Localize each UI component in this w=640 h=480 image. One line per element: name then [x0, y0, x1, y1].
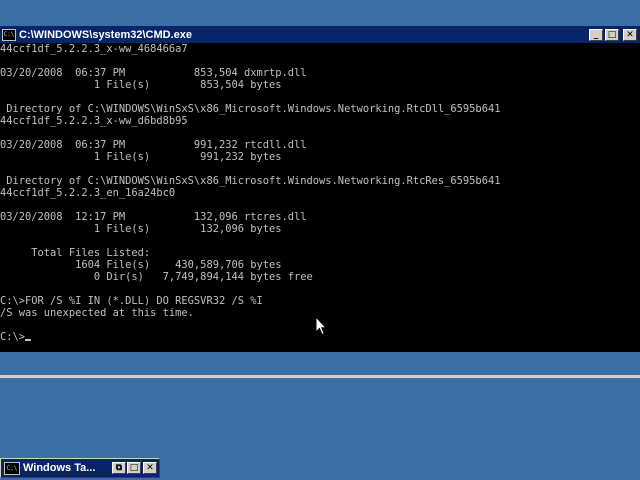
console-line: 1604 File(s) 430,589,706 bytes	[0, 259, 282, 271]
mouse-pointer-icon	[315, 316, 327, 336]
console-line: 1 File(s) 853,504 bytes	[0, 79, 282, 91]
console-line: C:\>FOR /S %I IN (*.DLL) DO REGSVR32 /S …	[0, 295, 263, 307]
console-line: C:\>	[0, 331, 26, 343]
text-cursor	[25, 339, 32, 341]
console-line: 1 File(s) 132,096 bytes	[0, 223, 282, 235]
console-line: 44ccf1df_5.2.2.3_x-ww_d6bd8b95	[0, 115, 188, 127]
minimized-window-task-manager[interactable]: C:\ Windows Ta... ⧉ □ ✕	[0, 458, 160, 478]
cmd-titlebar[interactable]: C:\ C:\WINDOWS\system32\CMD.exe _ □ ✕	[0, 26, 640, 43]
minimized-window-title[interactable]: Windows Ta...	[23, 462, 112, 474]
console-line: Directory of C:\WINDOWS\WinSxS\x86_Micro…	[0, 103, 501, 115]
console-output[interactable]: 44ccf1df_5.2.2.3_x-ww_468466a7 03/20/2008…	[0, 43, 640, 352]
console-line: 03/20/2008 06:37 PM 853,504 dxmrtp.dll	[0, 67, 307, 79]
console-line: 0 Dir(s) 7,749,894,144 bytes free	[0, 271, 313, 283]
console-line: Total Files Listed:	[0, 247, 151, 259]
console-line: 44ccf1df_5.2.2.3_en_16a24bc0	[0, 187, 176, 199]
console-line: 44ccf1df_5.2.2.3_x-ww_468466a7	[0, 43, 188, 55]
mini-close-button[interactable]: ✕	[143, 462, 157, 474]
console-line: Directory of C:\WINDOWS\WinSxS\x86_Micro…	[0, 175, 501, 187]
window-title: C:\WINDOWS\system32\CMD.exe	[19, 28, 192, 41]
maximize-button[interactable]: □	[605, 28, 619, 41]
window-bottom-border	[0, 375, 640, 378]
task-manager-app-icon[interactable]: C:\	[4, 461, 20, 475]
cmd-window[interactable]: C:\ C:\WINDOWS\system32\CMD.exe _ □ ✕ 44…	[0, 26, 640, 378]
restore-button[interactable]: ⧉	[112, 462, 126, 474]
console-line: 1 File(s) 991,232 bytes	[0, 151, 282, 163]
console-line: 03/20/2008 12:17 PM 132,096 rtcres.dll	[0, 211, 307, 223]
close-button[interactable]: ✕	[623, 28, 637, 41]
minimize-button[interactable]: _	[589, 28, 603, 41]
mini-maximize-button[interactable]: □	[127, 462, 141, 474]
console-line: 03/20/2008 06:37 PM 991,232 rtcdll.dll	[0, 139, 307, 151]
cmd-app-icon[interactable]: C:\	[2, 28, 16, 41]
